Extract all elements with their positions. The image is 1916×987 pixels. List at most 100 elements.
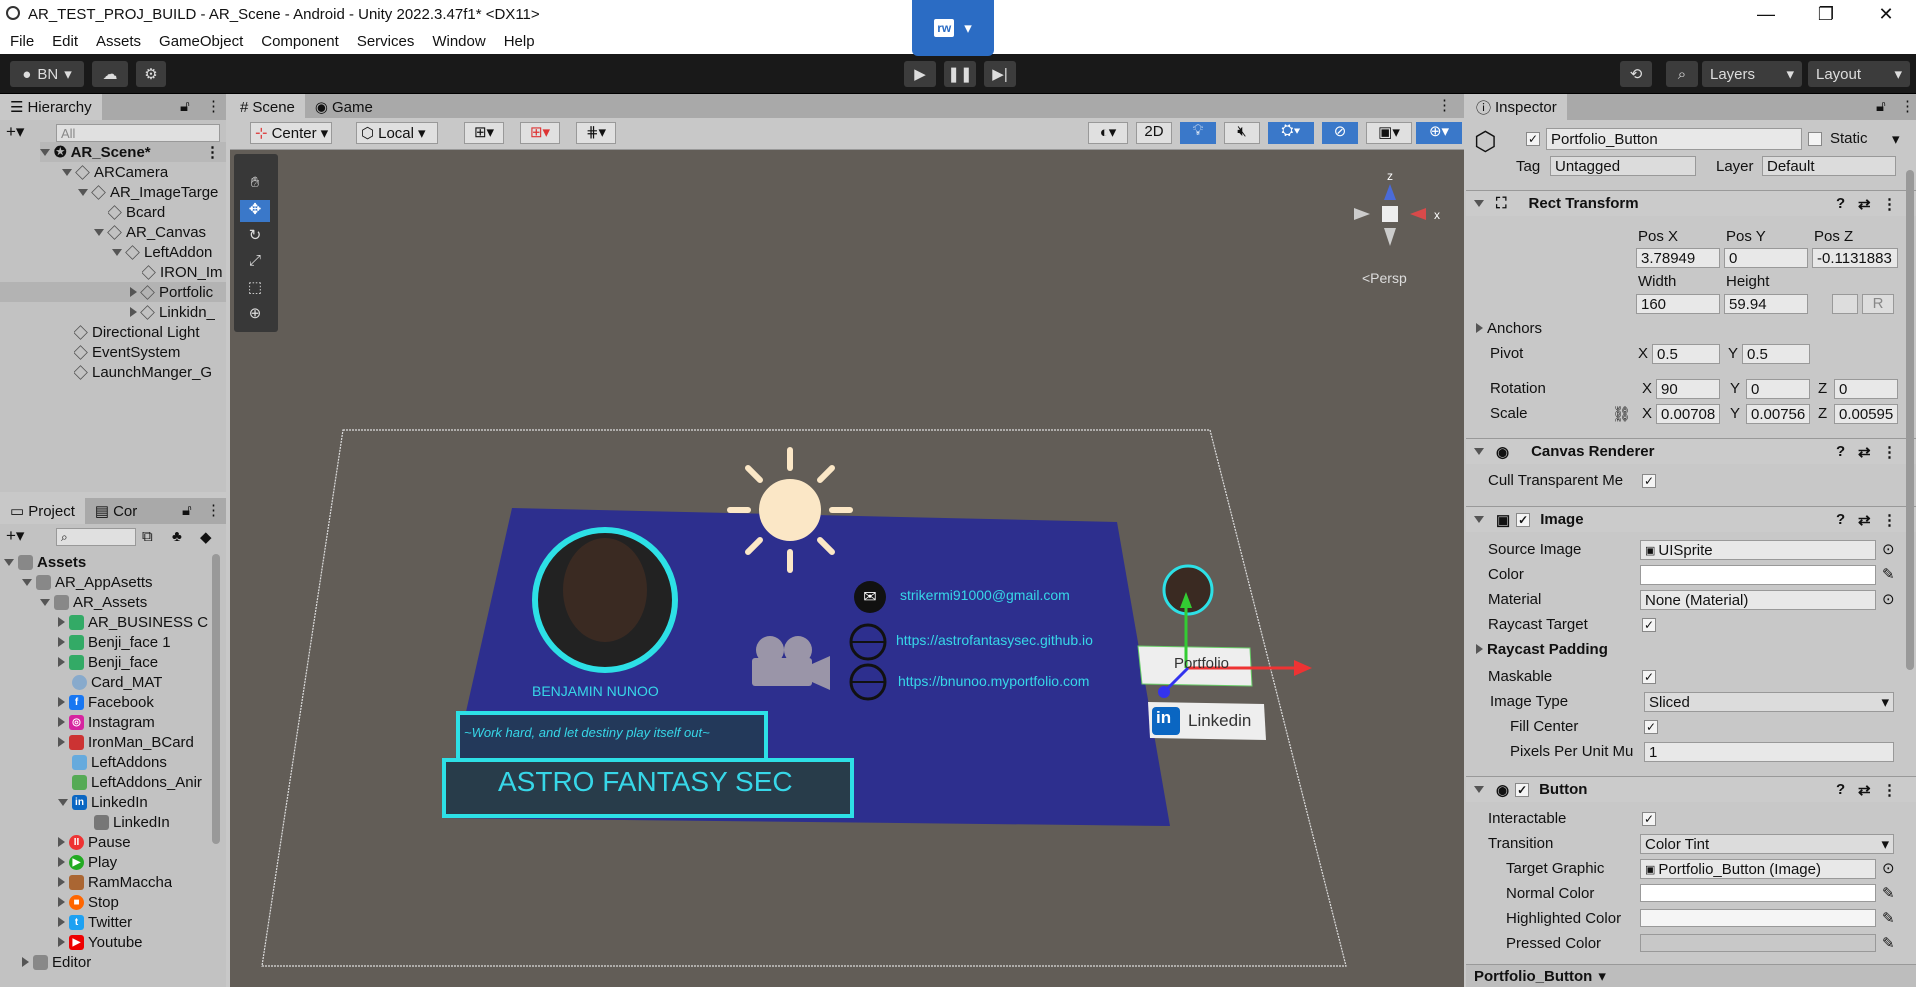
preset-icon[interactable]: ⇄	[1858, 195, 1871, 213]
kebab-menu-icon[interactable]: ⋮	[1437, 96, 1452, 114]
kebab-menu-icon[interactable]: ⋮	[1882, 443, 1897, 461]
project-item-assets[interactable]: Assets	[4, 552, 86, 572]
camera-button[interactable]: ▣▾	[1366, 122, 1412, 144]
static-label[interactable]: Static	[1830, 130, 1868, 147]
kebab-menu-icon[interactable]: ⋮	[1900, 97, 1915, 115]
posz-field[interactable]: -0.1131883	[1812, 248, 1898, 268]
image-type-dropdown[interactable]: Sliced ▾	[1644, 692, 1894, 712]
preset-icon[interactable]: ⇄	[1858, 443, 1871, 461]
hierarchy-item-iron-image[interactable]: IRON_Im	[142, 262, 226, 282]
hierarchy-item-directional-light[interactable]: Directional Light	[74, 322, 226, 342]
lock-icon[interactable]: 🔓︎	[180, 98, 190, 115]
scale-y-field[interactable]: 0.00756	[1746, 404, 1810, 424]
hierarchy-item-eventsystem[interactable]: EventSystem	[74, 342, 180, 362]
label-filter-icon[interactable]: ◆	[200, 528, 212, 546]
create-asset-button[interactable]: +▾	[6, 526, 24, 546]
hierarchy-item-ar-imagetarget[interactable]: AR_ImageTarge	[78, 182, 226, 202]
tab-inspector[interactable]: ⓘ Inspector	[1466, 94, 1567, 120]
hand-tool-button[interactable]: ✋︎	[240, 174, 270, 196]
menu-help[interactable]: Help	[504, 33, 535, 50]
object-picker-icon[interactable]: ⊙	[1882, 540, 1895, 558]
create-button[interactable]: +▾	[6, 122, 24, 142]
rotate-tool-button[interactable]: ↻	[240, 226, 270, 248]
hierarchy-item-portfolio[interactable]: Portfolic	[0, 282, 226, 302]
orientation-gizmo[interactable]: z x	[1354, 169, 1440, 246]
increment-snap-button[interactable]: ⋕▾	[576, 122, 616, 144]
filter-icon[interactable]: ⧉	[142, 528, 153, 545]
step-button[interactable]: ▶|	[984, 61, 1016, 87]
preset-icon[interactable]: ⇄	[1858, 511, 1871, 529]
anchors-label[interactable]: Anchors	[1476, 320, 1542, 337]
project-item-youtube[interactable]: ▶ Youtube	[58, 932, 143, 952]
button-component-header[interactable]: ◉ ✓ Button? ⇄ ⋮	[1466, 776, 1916, 802]
ppu-field[interactable]: 1	[1644, 742, 1894, 762]
pivot-dropdown[interactable]: ⊹ Center ▾	[250, 122, 332, 144]
kebab-menu-icon[interactable]: ⋮	[206, 97, 221, 115]
canvas-renderer-header[interactable]: ◉ Canvas Renderer? ⇄ ⋮	[1466, 438, 1916, 464]
rot-x-field[interactable]: 90	[1656, 379, 1720, 399]
project-item-leftaddons-anim[interactable]: LeftAddons_Anir	[72, 772, 216, 792]
project-item-ar-appasetts[interactable]: AR_AppAsetts	[22, 572, 153, 592]
gizmos-button[interactable]: ⊕▾	[1416, 122, 1462, 144]
menu-component[interactable]: Component	[261, 33, 339, 50]
menu-gameobject[interactable]: GameObject	[159, 33, 243, 50]
cull-transparent-checkbox[interactable]: ✓	[1642, 474, 1656, 488]
width-field[interactable]: 160	[1636, 294, 1720, 314]
button-enabled-checkbox[interactable]: ✓	[1515, 782, 1530, 797]
project-search-input[interactable]: ⌕	[56, 528, 136, 546]
transition-dropdown[interactable]: Color Tint ▾	[1640, 834, 1894, 854]
draw-mode-button[interactable]: ◐▾	[1088, 122, 1128, 144]
account-button[interactable]: ● BN ▾	[10, 61, 84, 87]
scene-root-item[interactable]: ✪ AR_Scene* ⋮	[40, 142, 226, 162]
play-button[interactable]: ▶	[904, 61, 936, 87]
eyedropper-icon[interactable]: ✎	[1882, 565, 1895, 583]
help-icon[interactable]: ?	[1836, 443, 1845, 460]
preset-icon[interactable]: ⇄	[1858, 781, 1871, 799]
project-item-ironman-bcard[interactable]: IronMan_BCard	[58, 732, 216, 752]
scale-tool-button[interactable]: ⤢	[240, 252, 270, 274]
space-dropdown[interactable]: ⬡ Local ▾	[356, 122, 438, 144]
layer-dropdown[interactable]: Default	[1762, 156, 1896, 176]
highlighted-color-swatch[interactable]	[1640, 909, 1876, 927]
scene-viewport[interactable]: ✉ z x <Persp strikermi91000@gmail.com ht…	[230, 150, 1464, 987]
transform-tool-button[interactable]: ⊕	[240, 304, 270, 326]
color-swatch[interactable]	[1640, 565, 1876, 585]
type-filter-icon[interactable]: ♣	[172, 528, 182, 545]
grid-snap-button[interactable]: ⊞▾	[464, 122, 504, 144]
project-item-twitter[interactable]: t Twitter	[58, 912, 132, 932]
menu-services[interactable]: Services	[357, 33, 415, 50]
layers-dropdown[interactable]: Layers ▾	[1702, 61, 1802, 87]
hierarchy-item-leftaddon[interactable]: LeftAddon	[112, 242, 226, 262]
settings-button[interactable]: ⚙	[136, 61, 166, 87]
project-item-ar-business[interactable]: AR_BUSINESS C	[58, 612, 212, 632]
audio-toggle[interactable]: 🔇︎	[1224, 122, 1260, 144]
hierarchy-item-launchmanager[interactable]: LaunchManger_G	[74, 362, 226, 382]
pivot-y-field[interactable]: 0.5	[1742, 344, 1810, 364]
active-checkbox[interactable]: ✓	[1526, 132, 1540, 146]
object-picker-icon[interactable]: ⊙	[1882, 590, 1895, 608]
project-item-editor[interactable]: Editor	[22, 952, 91, 972]
layout-dropdown[interactable]: Layout ▾	[1808, 61, 1910, 87]
raycast-padding-label[interactable]: Raycast Padding	[1476, 641, 1608, 658]
hierarchy-item-bcard[interactable]: Bcard	[108, 202, 165, 222]
scale-x-field[interactable]: 0.00708	[1656, 404, 1720, 424]
posx-field[interactable]: 3.78949	[1636, 248, 1720, 268]
kebab-menu-icon[interactable]: ⋮	[1882, 511, 1897, 529]
rot-z-field[interactable]: 0	[1834, 379, 1898, 399]
move-tool-button[interactable]: ✥	[240, 200, 270, 222]
project-item-stop[interactable]: ■ Stop	[58, 892, 119, 912]
rot-y-field[interactable]: 0	[1746, 379, 1810, 399]
lock-icon[interactable]: 🔓︎	[182, 502, 192, 519]
inspector-scrollbar[interactable]	[1906, 170, 1914, 670]
eyedropper-icon[interactable]: ✎	[1882, 909, 1895, 927]
help-icon[interactable]: ?	[1836, 511, 1845, 528]
project-scrollbar[interactable]	[212, 554, 220, 844]
normal-color-swatch[interactable]	[1640, 884, 1876, 902]
lock-icon[interactable]: 🔓︎	[1876, 98, 1886, 115]
fill-center-checkbox[interactable]: ✓	[1644, 720, 1658, 734]
eyedropper-icon[interactable]: ✎	[1882, 884, 1895, 902]
object-picker-icon[interactable]: ⊙	[1882, 859, 1895, 877]
project-item-card-mat[interactable]: Card_MAT	[72, 672, 162, 692]
hierarchy-item-ar-canvas[interactable]: AR_Canvas	[94, 222, 206, 242]
project-item-play[interactable]: ▶ Play	[58, 852, 117, 872]
